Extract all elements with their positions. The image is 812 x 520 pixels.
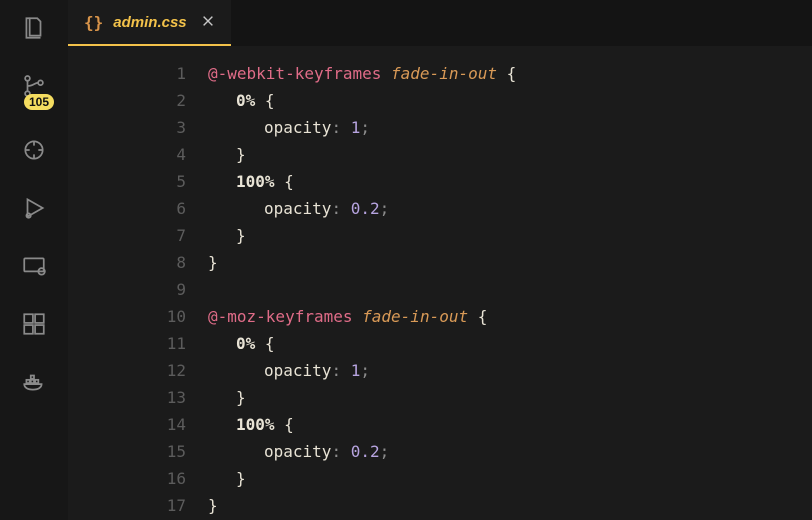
source-control-badge: 105 (24, 94, 54, 110)
code-line[interactable]: } (208, 141, 812, 168)
code-line[interactable]: opacity: 1; (208, 114, 812, 141)
code-line[interactable]: opacity: 1; (208, 357, 812, 384)
line-number: 10 (68, 303, 186, 330)
tab-bar: {} admin.css (68, 0, 812, 46)
line-number-gutter: 1234567891011121314151617 (68, 60, 208, 520)
code-line[interactable]: @-webkit-keyframes fade-in-out { (208, 60, 812, 87)
line-number: 3 (68, 114, 186, 141)
line-number: 13 (68, 384, 186, 411)
docker-icon[interactable] (20, 368, 48, 396)
line-number: 5 (68, 168, 186, 195)
activity-bar: 105 (0, 0, 68, 520)
code-line[interactable] (208, 276, 812, 303)
line-number: 1 (68, 60, 186, 87)
tab-title: admin.css (113, 14, 186, 31)
extensions-icon[interactable] (20, 310, 48, 338)
line-number: 12 (68, 357, 186, 384)
code-line[interactable]: } (208, 222, 812, 249)
code-line[interactable]: 100% { (208, 411, 812, 438)
css-file-icon: {} (84, 13, 103, 32)
line-number: 7 (68, 222, 186, 249)
code-line[interactable]: 0% { (208, 330, 812, 357)
line-number: 14 (68, 411, 186, 438)
editor-group: {} admin.css 1234567891011121314151617 @… (68, 0, 812, 520)
code-line[interactable]: 100% { (208, 168, 812, 195)
code-line[interactable]: } (208, 465, 812, 492)
line-number: 6 (68, 195, 186, 222)
line-number: 11 (68, 330, 186, 357)
code-line[interactable]: } (208, 249, 812, 276)
line-number: 9 (68, 276, 186, 303)
app-root: 105 {} admin.css 12345 (0, 0, 812, 520)
editor[interactable]: 1234567891011121314151617 @-webkit-keyfr… (68, 46, 812, 520)
git-branch-lens-icon[interactable] (20, 136, 48, 164)
code-line[interactable]: opacity: 0.2; (208, 438, 812, 465)
run-debug-icon[interactable] (20, 194, 48, 222)
line-number: 17 (68, 492, 186, 519)
line-number: 15 (68, 438, 186, 465)
code-line[interactable]: } (208, 384, 812, 411)
line-number: 16 (68, 465, 186, 492)
line-number: 4 (68, 141, 186, 168)
line-number: 8 (68, 249, 186, 276)
line-number: 2 (68, 87, 186, 114)
source-control-icon[interactable]: 105 (20, 72, 48, 100)
files-icon[interactable] (20, 14, 48, 42)
code-line[interactable]: opacity: 0.2; (208, 195, 812, 222)
code-line[interactable]: } (208, 492, 812, 519)
tab-admin-css[interactable]: {} admin.css (68, 0, 231, 46)
remote-explorer-icon[interactable] (20, 252, 48, 280)
code-line[interactable]: 0% { (208, 87, 812, 114)
code-content[interactable]: @-webkit-keyframes fade-in-out {0% {opac… (208, 60, 812, 520)
code-line[interactable]: @-moz-keyframes fade-in-out { (208, 303, 812, 330)
close-icon[interactable] (201, 13, 215, 32)
